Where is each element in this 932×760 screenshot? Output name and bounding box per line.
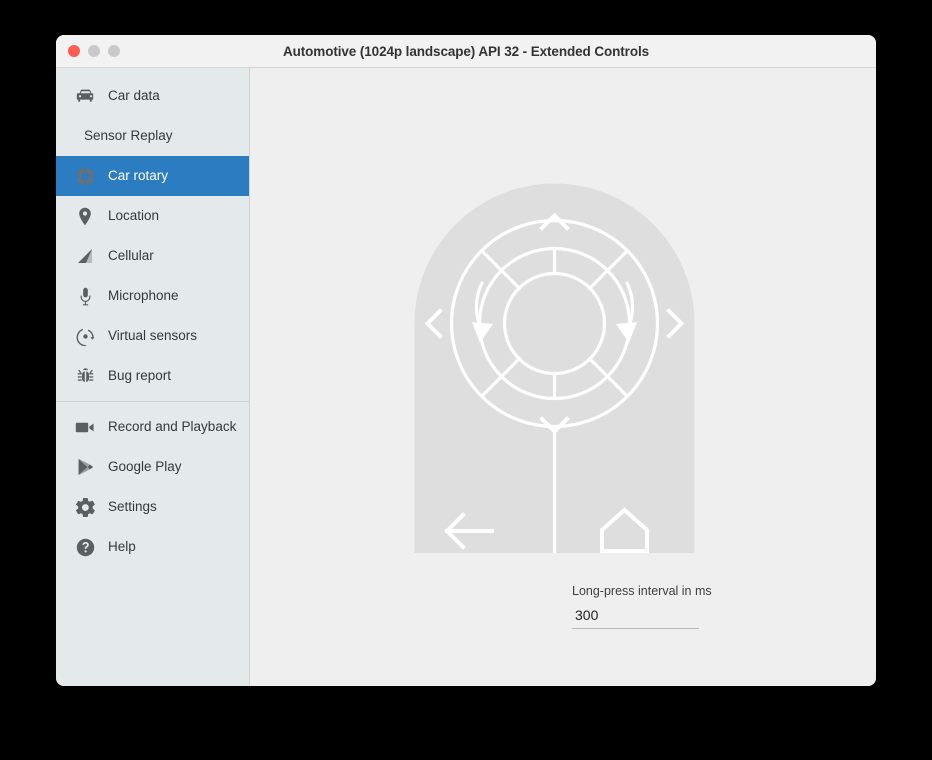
sidebar-item-location[interactable]: Location: [56, 196, 249, 236]
gear-icon: [74, 497, 96, 517]
sidebar-item-sensor-replay[interactable]: Sensor Replay: [56, 116, 249, 156]
window-traffic-lights: [68, 45, 120, 57]
center-push-button: [507, 276, 603, 372]
long-press-interval-field: Long-press interval in ms: [572, 584, 772, 629]
long-press-interval-input[interactable]: [572, 607, 699, 629]
sidebar-item-help[interactable]: Help: [56, 527, 249, 567]
sidebar-item-label: Virtual sensors: [108, 329, 197, 343]
close-window-button[interactable]: [68, 45, 80, 57]
sidebar-item-label: Help: [108, 540, 136, 554]
sidebar-item-google-play[interactable]: Google Play: [56, 447, 249, 487]
sidebar-item-car-data[interactable]: Car data: [56, 76, 249, 116]
window-body: Car data Sensor Replay: [56, 68, 876, 686]
video-camera-icon: [74, 417, 96, 437]
sidebar-item-cellular[interactable]: Cellular: [56, 236, 249, 276]
sidebar-item-label: Cellular: [108, 249, 154, 263]
sidebar-nav: Car data Sensor Replay: [56, 68, 250, 686]
car-icon: [74, 86, 96, 106]
virtual-sensors-icon: [74, 326, 96, 346]
sidebar-item-label: Google Play: [108, 460, 182, 474]
sidebar-item-record-and-playback[interactable]: Record and Playback: [56, 407, 249, 447]
extended-controls-window: Automotive (1024p landscape) API 32 - Ex…: [56, 35, 876, 686]
sidebar-item-car-rotary[interactable]: Car rotary: [56, 156, 249, 196]
long-press-interval-label: Long-press interval in ms: [572, 584, 772, 598]
title-bar: Automotive (1024p landscape) API 32 - Ex…: [56, 35, 876, 68]
minimize-window-button[interactable]: [88, 45, 100, 57]
sidebar-item-label: Microphone: [108, 289, 179, 303]
window-title: Automotive (1024p landscape) API 32 - Ex…: [56, 44, 876, 59]
car-rotary-control[interactable]: [414, 183, 695, 554]
sidebar-item-label: Location: [108, 209, 159, 223]
microphone-icon: [74, 286, 96, 306]
bug-icon: [74, 366, 96, 386]
signal-bars-icon: [74, 246, 96, 266]
sidebar-item-label: Record and Playback: [108, 420, 236, 434]
main-content: Long-press interval in ms: [250, 68, 876, 686]
sidebar-item-bug-report[interactable]: Bug report: [56, 356, 249, 396]
sidebar-item-label: Sensor Replay: [84, 129, 173, 143]
sidebar-item-microphone[interactable]: Microphone: [56, 276, 249, 316]
sidebar-item-settings[interactable]: Settings: [56, 487, 249, 527]
help-circle-icon: [74, 537, 96, 557]
sidebar-divider: [56, 401, 249, 402]
rotary-icon: [74, 166, 96, 186]
sidebar-item-virtual-sensors[interactable]: Virtual sensors: [56, 316, 249, 356]
maximize-window-button[interactable]: [108, 45, 120, 57]
sidebar-item-label: Settings: [108, 500, 157, 514]
sidebar-item-label: Car rotary: [108, 169, 168, 183]
location-pin-icon: [74, 206, 96, 226]
google-play-icon: [74, 457, 96, 477]
sidebar-item-label: Car data: [108, 89, 160, 103]
sidebar-item-label: Bug report: [108, 369, 171, 383]
